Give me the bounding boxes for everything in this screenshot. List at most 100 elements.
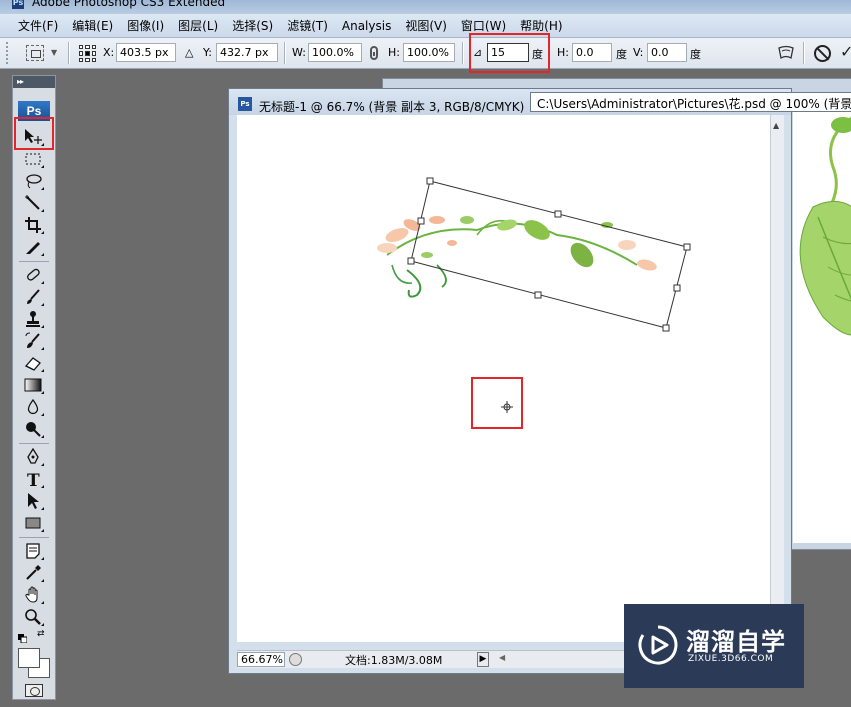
menu-filter[interactable]: 滤镜(T) bbox=[280, 17, 335, 34]
horizontal-skew-field[interactable]: 0.0 bbox=[572, 43, 612, 62]
pen-tool-icon[interactable] bbox=[22, 447, 44, 467]
marquee-tool-icon[interactable] bbox=[22, 149, 44, 169]
menu-edit[interactable]: 编辑(E) bbox=[65, 17, 120, 34]
status-menu-arrow-icon[interactable]: ▶ bbox=[477, 652, 489, 667]
menu-select[interactable]: 选择(S) bbox=[225, 17, 280, 34]
crop-tool-icon[interactable] bbox=[22, 215, 44, 235]
transform-handle bbox=[662, 324, 670, 332]
divider bbox=[19, 443, 49, 444]
path-selection-tool-icon[interactable] bbox=[22, 491, 44, 511]
delta-icon: △ bbox=[185, 46, 194, 59]
reference-point-highlight bbox=[471, 377, 523, 429]
vertical-scrollbar[interactable]: ▲ bbox=[770, 115, 784, 642]
magic-wand-tool-icon[interactable] bbox=[22, 193, 44, 213]
svg-text:T: T bbox=[27, 471, 40, 488]
watermark-badge: 溜溜自学 ZIXUE.3D66.COM bbox=[624, 604, 804, 688]
h-label: H: bbox=[388, 46, 400, 59]
dodge-tool-icon[interactable] bbox=[22, 419, 44, 439]
tool-preset-icon[interactable] bbox=[26, 45, 44, 61]
slice-tool-icon[interactable] bbox=[22, 237, 44, 257]
watermark-title: 溜溜自学 bbox=[686, 628, 786, 656]
notes-tool-icon[interactable] bbox=[22, 541, 44, 561]
tools-panel: ▸▸ Ps T ⇄ bbox=[12, 75, 56, 700]
chevron-down-icon[interactable]: ▼ bbox=[51, 48, 57, 57]
menu-window[interactable]: 窗口(W) bbox=[454, 17, 513, 34]
divider bbox=[68, 42, 70, 64]
foreground-color-swatch[interactable] bbox=[18, 648, 40, 668]
clone-stamp-tool-icon[interactable] bbox=[22, 309, 44, 329]
shape-tool-icon[interactable] bbox=[22, 513, 44, 533]
cancel-transform-icon[interactable] bbox=[814, 45, 831, 62]
zoom-level-field[interactable]: 66.67% bbox=[237, 652, 285, 667]
scroll-up-icon[interactable]: ▲ bbox=[773, 121, 779, 130]
options-grip[interactable] bbox=[6, 42, 10, 64]
hskew-label: H: bbox=[557, 46, 569, 59]
commit-transform-icon[interactable]: ✓ bbox=[840, 42, 851, 61]
document-path-tooltip: C:\Users\Administrator\Pictures\花.psd @ … bbox=[530, 92, 851, 112]
status-info-icon[interactable] bbox=[289, 653, 302, 666]
divider bbox=[803, 42, 805, 64]
default-colors-icon[interactable] bbox=[18, 632, 28, 644]
warp-icon[interactable] bbox=[777, 45, 795, 61]
move-tool-highlight bbox=[14, 117, 54, 150]
blur-tool-icon[interactable] bbox=[22, 397, 44, 417]
options-bar: ▼ X: 403.5 px △ Y: 432.7 px W: 100.0% H:… bbox=[0, 38, 851, 69]
eyedropper-tool-icon[interactable] bbox=[22, 563, 44, 583]
zoom-tool-icon[interactable] bbox=[22, 607, 44, 627]
transform-handle bbox=[426, 177, 434, 185]
vskew-label: V: bbox=[633, 46, 644, 59]
app-title-bar: Ps Adobe Photoshop CS3 Extended bbox=[0, 0, 851, 14]
play-logo-icon bbox=[637, 624, 679, 666]
lasso-tool-icon[interactable] bbox=[22, 171, 44, 191]
divider bbox=[462, 42, 464, 64]
transform-handle bbox=[534, 291, 542, 299]
menu-view[interactable]: 视图(V) bbox=[398, 17, 454, 34]
transform-handle bbox=[417, 217, 425, 225]
menu-help[interactable]: 帮助(H) bbox=[513, 17, 569, 34]
height-field[interactable]: 100.0% bbox=[403, 43, 455, 62]
ps-app-icon: Ps bbox=[12, 0, 24, 9]
gradient-tool-icon[interactable] bbox=[22, 375, 44, 395]
app-title: Adobe Photoshop CS3 Extended bbox=[32, 0, 226, 9]
hskew-unit: 度 bbox=[616, 48, 627, 61]
document-ps-icon: Ps bbox=[238, 97, 252, 111]
hand-tool-icon[interactable] bbox=[22, 585, 44, 605]
w-label: W: bbox=[292, 46, 306, 59]
watermark-subtitle: ZIXUE.3D66.COM bbox=[688, 654, 774, 664]
menu-analysis[interactable]: Analysis bbox=[335, 19, 398, 33]
vertical-skew-field[interactable]: 0.0 bbox=[647, 43, 687, 62]
document-size: 文档:1.83M/3.08M bbox=[345, 654, 443, 667]
menu-image[interactable]: 图像(I) bbox=[120, 17, 171, 34]
divider bbox=[19, 537, 49, 538]
menu-layer[interactable]: 图层(L) bbox=[171, 17, 225, 34]
brush-tool-icon[interactable] bbox=[22, 287, 44, 307]
reference-point-icon[interactable] bbox=[79, 45, 96, 62]
rotation-highlight bbox=[469, 33, 550, 73]
document-title: 无标题-1 @ 66.7% (背景 副本 3, RGB/8/CMYK) bbox=[259, 100, 525, 114]
quick-mask-icon[interactable] bbox=[25, 684, 43, 697]
eraser-tool-icon[interactable] bbox=[22, 353, 44, 373]
divider bbox=[19, 261, 49, 262]
tools-panel-header[interactable]: ▸▸ bbox=[13, 76, 55, 88]
type-tool-icon[interactable]: T bbox=[22, 469, 44, 489]
y-position-field[interactable]: 432.7 px bbox=[216, 43, 278, 62]
back-document-canvas bbox=[793, 97, 851, 543]
transform-handle bbox=[554, 210, 562, 218]
transform-handle bbox=[683, 243, 691, 251]
history-brush-tool-icon[interactable] bbox=[22, 331, 44, 351]
menu-bar: 文件(F) 编辑(E) 图像(I) 图层(L) 选择(S) 滤镜(T) Anal… bbox=[0, 14, 851, 38]
x-label: X: bbox=[103, 46, 115, 59]
link-icon[interactable] bbox=[370, 46, 378, 60]
y-label: Y: bbox=[203, 46, 212, 59]
healing-brush-tool-icon[interactable] bbox=[22, 265, 44, 285]
x-position-field[interactable]: 403.5 px bbox=[116, 43, 176, 62]
divider bbox=[284, 42, 286, 64]
swap-colors-icon[interactable]: ⇄ bbox=[37, 629, 45, 639]
menu-file[interactable]: 文件(F) bbox=[11, 17, 65, 34]
transform-handle bbox=[407, 257, 415, 265]
vskew-unit: 度 bbox=[690, 48, 701, 61]
scroll-left-icon[interactable]: ◀ bbox=[499, 653, 505, 662]
transform-bounding-box bbox=[407, 177, 691, 332]
transform-handle bbox=[673, 284, 681, 292]
width-field[interactable]: 100.0% bbox=[308, 43, 362, 62]
